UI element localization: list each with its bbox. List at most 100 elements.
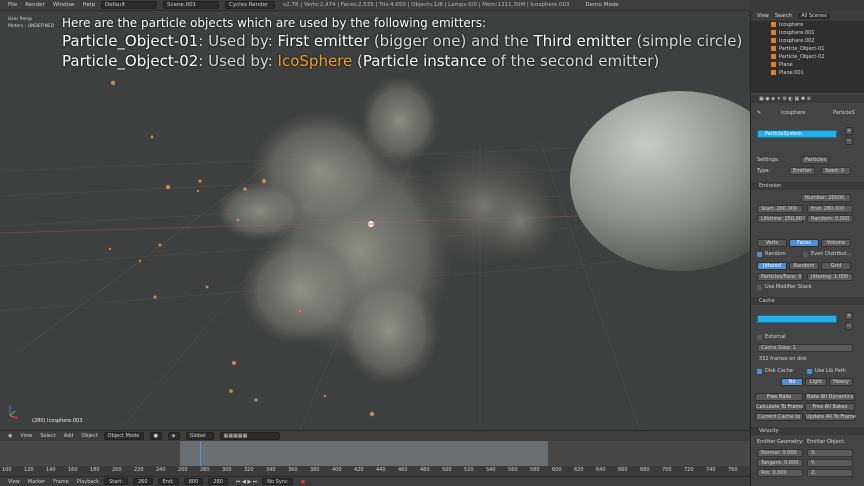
ruler-tick: 620 [574,467,584,473]
add-cache-button[interactable]: + [845,312,853,320]
dist-random[interactable]: Random [789,262,819,270]
orientation-selector[interactable]: Global [185,432,214,440]
compress-no[interactable]: No [781,378,803,386]
axis-gizmo [9,406,19,419]
outliner-item[interactable]: Icosphere.001 [751,29,864,37]
caption-third-emitter: Third emitter [533,32,632,50]
outliner-scope-selector[interactable]: All Scenes [798,13,830,19]
emit-from-faces[interactable]: Faces [789,239,819,247]
viewport-menu-add[interactable]: Add [64,433,74,439]
timeline-menu-playback[interactable]: Playback [77,479,99,485]
outliner-menu-view[interactable]: View [757,13,769,19]
even-distribution-checkbox[interactable] [803,252,808,257]
cache-panel-header[interactable]: Cache [751,297,864,305]
update-all-to-frame-button[interactable]: Update All To Frame [805,413,856,421]
menu-window[interactable]: Window [53,2,75,8]
timeline-menu-frame[interactable]: Frame [53,479,69,485]
outliner-item[interactable]: Particle_Object-01 [751,45,864,53]
viewport-editor-icon[interactable]: ◉ [8,433,12,439]
pivot-button[interactable]: ◈ [167,432,180,440]
particles-per-face-field[interactable]: Particles/Face: 0 [757,273,803,281]
velocity-y-field[interactable]: Y: [807,459,853,467]
outliner-item[interactable]: Plane [751,61,864,69]
3d-viewport[interactable]: User Persp Meters : UNDEFINED Here are t… [0,11,750,430]
current-frame-field[interactable]: 280 [208,478,228,485]
caption-object-01: Particle_Object-01 [62,32,199,50]
use-modifier-label: Use Modifier Stack [765,284,812,290]
start-field[interactable]: Start: 260.000 [757,205,803,213]
layout-selector[interactable]: Default [101,1,158,9]
use-lib-path-checkbox[interactable] [807,369,812,374]
outliner-item[interactable]: Plane.001 [751,69,864,77]
menu-file[interactable]: File [8,2,17,8]
outliner-item[interactable]: Particle_Object-02 [751,53,864,61]
timeline-current-frame[interactable] [200,441,201,466]
outliner-item[interactable]: Icosphere.002 [751,37,864,45]
free-bake-button[interactable]: Free Bake [755,393,803,401]
emit-from-verts[interactable]: Verts [757,239,787,247]
sync-selector[interactable]: No Sync [262,478,293,485]
velocity-panel-header[interactable]: Velocity [751,427,864,435]
playback-controls[interactable]: ⏮ ◀ ▶ ⏭ [236,479,257,485]
compress-light[interactable]: Light [805,378,827,386]
random-field[interactable]: Random: 0.000 [807,215,853,223]
timeline-editor[interactable]: 100 120 140 160 180 200 220 240 260 280 … [0,441,750,476]
rot-field[interactable]: Rot: 0.000 [757,469,803,477]
velocity-x-field[interactable]: X: [807,449,853,457]
ruler-tick: 460 [398,467,408,473]
properties-tabs[interactable]: ▣ ◉ ◈ ✦ ⚙ ◐ ▦ ✺ ⊕ [751,95,864,103]
layer-buttons[interactable]: ▦▦▦▦▦ [219,432,280,440]
viewport-menu-object[interactable]: Object [81,433,97,439]
type-selector[interactable]: Emitter [789,167,815,175]
dist-grid[interactable]: Grid [821,262,851,270]
record-button[interactable]: ● [301,479,305,485]
settings-datablock[interactable]: Particles [801,156,829,164]
number-field[interactable]: Number: 20000 [801,194,851,202]
ruler-tick: 660 [618,467,628,473]
dist-jittered[interactable]: Jittered [757,262,787,270]
timeline-menu-view[interactable]: View [8,479,20,485]
mode-selector[interactable]: Object Mode [103,432,144,440]
velocity-z-field[interactable]: Z: [807,469,853,477]
seed-field[interactable]: Seed: 0 [821,167,851,175]
timeline-menu-marker[interactable]: Marker [28,479,45,485]
ruler-tick: 160 [68,467,78,473]
jittering-field[interactable]: Jittering: 1.000 [807,273,853,281]
current-cache-to-bake-button[interactable]: Current Cache to [755,413,803,421]
tangent-field[interactable]: Tangent: 0.000 [757,459,803,467]
remove-cache-button[interactable]: − [845,322,853,330]
timeline-ruler[interactable]: 100 120 140 160 180 200 220 240 260 280 … [0,466,750,476]
caption-simple-circle: (simple circle) [631,32,743,50]
bake-all-dynamics-button[interactable]: Bake All Dynamics [805,393,855,401]
render-engine-selector[interactable]: Cycles Render [225,1,276,9]
end-frame-field[interactable]: 800 [183,478,204,485]
viewport-menu-select[interactable]: Select [40,433,55,439]
cache-step-field[interactable]: Cache Step: 1 [757,344,853,352]
normal-field[interactable]: Normal: 0.000 [757,449,803,457]
end-field[interactable]: End: 280.000 [807,205,853,213]
demo-mode-label: Demo Mode [585,2,619,8]
use-modifier-checkbox[interactable] [757,285,762,290]
start-frame-field[interactable]: 260 [132,478,153,485]
remove-slot-button[interactable]: − [845,137,853,145]
cache-list-item[interactable] [757,315,837,323]
emit-from-volume[interactable]: Volume [821,239,851,247]
compress-heavy[interactable]: Heavy [829,378,853,386]
shading-button[interactable]: ● [149,432,162,440]
lifetime-field[interactable]: Lifetime: 250.000 [757,215,805,223]
scene-selector[interactable]: Scene.001 [163,1,220,9]
add-slot-button[interactable]: + [845,127,853,135]
viewport-menu-view[interactable]: View [20,433,32,439]
external-checkbox[interactable] [757,335,762,340]
menu-help[interactable]: Help [83,2,96,8]
random-checkbox[interactable] [757,252,762,257]
wrench-icon[interactable]: ✎ [757,110,761,116]
emission-panel-header[interactable]: Emission [751,182,864,190]
calculate-to-frame-button[interactable]: Calculate To Frame [755,403,803,411]
free-all-bakes-button[interactable]: Free All Bakes [805,403,855,411]
outliner-item[interactable]: Icosphere [751,21,864,29]
menu-render[interactable]: Render [25,2,45,8]
disk-cache-checkbox[interactable] [757,369,762,374]
mesh-icon [771,30,776,35]
outliner-menu-search[interactable]: Search [775,13,792,19]
